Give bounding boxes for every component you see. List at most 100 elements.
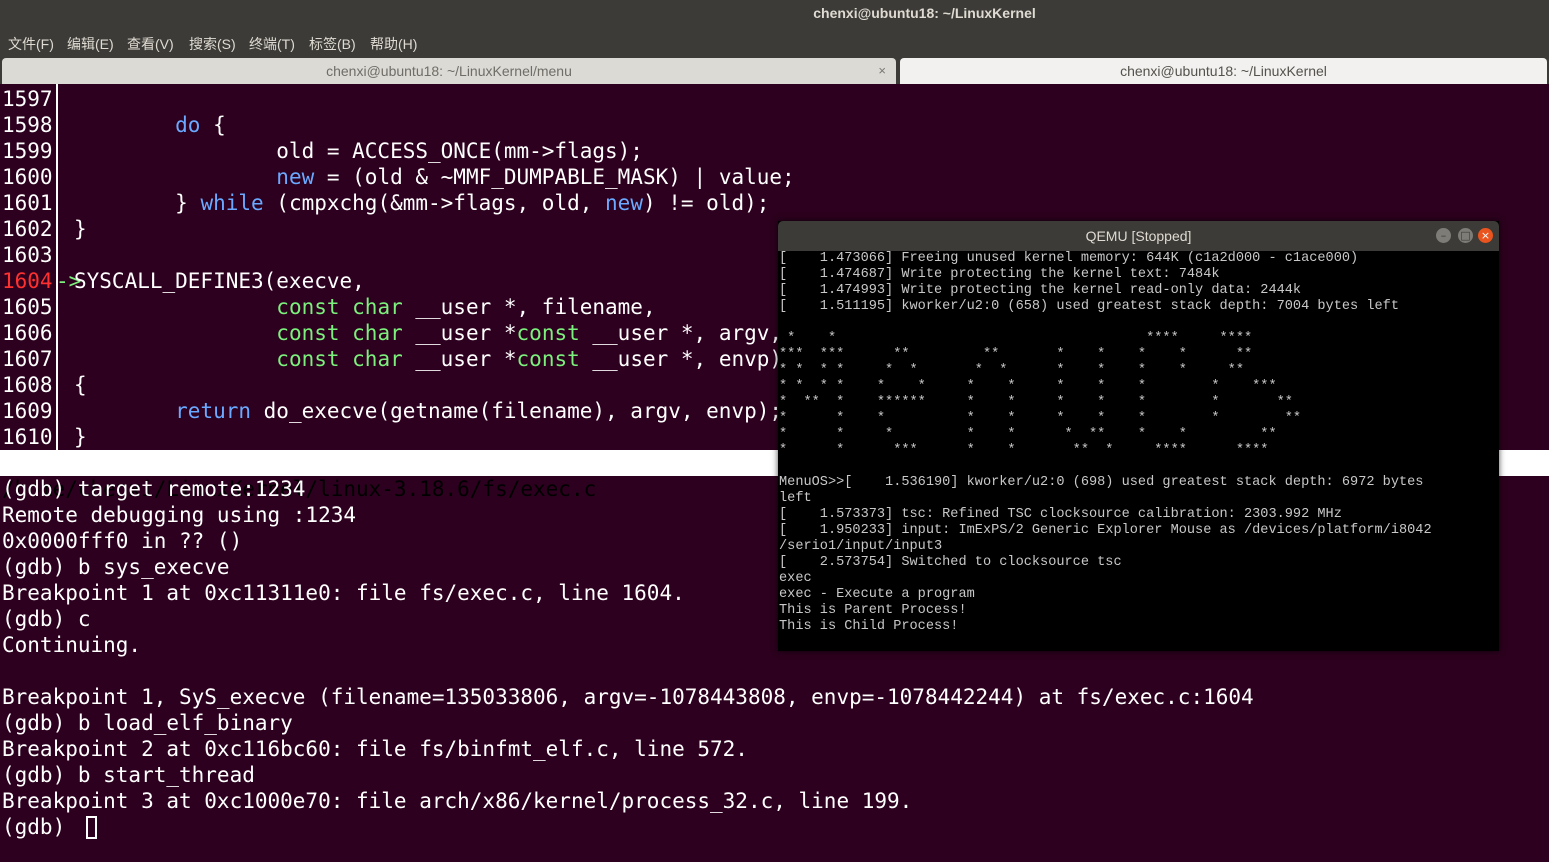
line-number: 1600: [2, 165, 53, 189]
qemu-console-line: [ 1.474687] Write protecting the kernel …: [779, 267, 1220, 282]
gdb-line: Breakpoint 2 at 0xc116bc60: file fs/binf…: [2, 737, 748, 761]
source-code: const char __user *const __user *, argv,: [74, 320, 782, 346]
maximize-icon[interactable]: □: [1458, 228, 1473, 243]
qemu-console-line: MenuOS>>[ 1.536190] kworker/u2:0 (698) u…: [779, 475, 1424, 490]
close-icon[interactable]: ×: [1478, 228, 1493, 243]
code-token: old = ACCESS_ONCE(mm->flags);: [74, 139, 643, 163]
code-token: __user *: [402, 347, 517, 371]
menu-terminal[interactable]: 终端(T): [249, 34, 295, 54]
window-title: chenxi@ubuntu18: ~/LinuxKernel: [813, 5, 1036, 21]
code-token: const: [516, 321, 580, 345]
menu-bar: 文件(F) 编辑(E) 查看(V) 搜索(S) 终端(T) 标签(B) 帮助(H…: [0, 28, 1549, 56]
source-line: 1601 } while (cmpxchg(&mm->flags, old, n…: [0, 190, 1549, 216]
qemu-console-line: [ 1.950233] input: ImExPS/2 Generic Expl…: [779, 523, 1432, 538]
code-token: {: [200, 113, 226, 137]
code-token: new: [276, 165, 315, 189]
source-line: 1598 do {: [0, 112, 1549, 138]
qemu-console-line: * * * * * * * * * * * * **: [779, 363, 1244, 378]
code-token: __user *: [402, 321, 517, 345]
line-number: 1608: [2, 373, 53, 397]
qemu-console-line: * * * * * * * * * **: [779, 411, 1302, 426]
qemu-console-line: * * *** * * ** * **** ****: [779, 443, 1269, 458]
qemu-title: QEMU [Stopped]: [1085, 228, 1192, 244]
code-token: __user *, envp): [579, 347, 783, 371]
qemu-console-line: * ** * ****** * * * * * * **: [779, 395, 1293, 410]
qemu-console-line: This is Child Process!: [779, 619, 959, 634]
source-code: {: [74, 372, 87, 398]
close-icon[interactable]: ×: [878, 58, 886, 84]
source-code: SYSCALL_DEFINE3(execve,: [74, 268, 365, 294]
tab-linuxkernel[interactable]: chenxi@ubuntu18: ~/LinuxKernel: [900, 58, 1547, 84]
code-token: }: [74, 191, 201, 215]
menu-search[interactable]: 搜索(S): [189, 34, 236, 54]
source-line: 1599 old = ACCESS_ONCE(mm->flags);: [0, 138, 1549, 164]
code-token: = (old & ~MMF_DUMPABLE_MASK) | value;: [314, 165, 795, 189]
tab-label: chenxi@ubuntu18: ~/LinuxKernel/menu: [326, 63, 572, 79]
line-number: 1605: [2, 295, 53, 319]
code-token: do_execve(getname(filename), argv, envp)…: [251, 399, 783, 423]
menu-view[interactable]: 查看(V): [127, 34, 174, 54]
code-token: __user *, filename,: [402, 295, 656, 319]
qemu-window[interactable]: QEMU [Stopped] – □ × [ 1.473066] Freeing…: [778, 221, 1499, 651]
code-token: (cmpxchg(&mm->flags, old,: [263, 191, 606, 215]
window-title-bar: chenxi@ubuntu18: ~/LinuxKernel: [0, 0, 1549, 28]
menu-tabs[interactable]: 标签(B): [309, 34, 356, 54]
code-token: }: [74, 217, 87, 241]
gdb-line: 0x0000fff0 in ?? (): [2, 529, 243, 553]
gdb-line: (gdb) b start_thread: [2, 763, 255, 787]
qemu-console-line: exec: [779, 571, 812, 586]
line-number: 1602: [2, 217, 53, 241]
menu-file[interactable]: 文件(F): [8, 34, 54, 54]
gdb-prompt[interactable]: (gdb): [2, 814, 97, 840]
source-code: old = ACCESS_ONCE(mm->flags);: [74, 138, 643, 164]
gdb-line: (gdb) b load_elf_binary: [2, 711, 293, 735]
qemu-console-line: [ 1.573373] tsc: Refined TSC clocksource…: [779, 507, 1342, 522]
gdb-line: Continuing.: [2, 633, 142, 657]
source-code: } while (cmpxchg(&mm->flags, old, new) !…: [74, 190, 769, 216]
code-token: SYSCALL_DEFINE3(execve,: [74, 269, 365, 293]
qemu-title-bar[interactable]: QEMU [Stopped] – □ ×: [778, 221, 1499, 251]
qemu-console[interactable]: [ 1.473066] Freeing unused kernel memory…: [778, 251, 1499, 651]
qemu-console-line: [ 1.511195] kworker/u2:0 (658) used grea…: [779, 299, 1399, 314]
gdb-line: Remote debugging using :1234: [2, 503, 357, 527]
tab-bar: chenxi@ubuntu18: ~/LinuxKernel/menu × ch…: [0, 56, 1549, 84]
line-number: 1603: [2, 243, 53, 267]
source-code: }: [74, 424, 87, 450]
qemu-console-line: [ 1.473066] Freeing unused kernel memory…: [779, 251, 1359, 266]
qemu-console-line: /serio1/input/input3: [779, 539, 943, 554]
code-token: }: [74, 425, 87, 449]
menu-edit[interactable]: 编辑(E): [67, 34, 114, 54]
source-code: new = (old & ~MMF_DUMPABLE_MASK) | value…: [74, 164, 795, 190]
qemu-console-line: * * * * * * * * * * * * ***: [779, 379, 1277, 394]
code-token: ) != old);: [642, 191, 770, 215]
minimize-icon[interactable]: –: [1436, 228, 1451, 243]
line-number: 1610: [2, 425, 53, 449]
line-number: 1606: [2, 321, 53, 345]
menu-help[interactable]: 帮助(H): [370, 34, 417, 54]
tab-menu-dir[interactable]: chenxi@ubuntu18: ~/LinuxKernel/menu ×: [2, 58, 896, 84]
line-number: 1598: [2, 113, 53, 137]
qemu-console-line: exec - Execute a program: [779, 587, 975, 602]
code-token: const: [516, 347, 580, 371]
code-token: {: [74, 373, 87, 397]
qemu-console-line: * * **** ****: [779, 331, 1253, 346]
code-token: while: [200, 191, 264, 215]
tab-label: chenxi@ubuntu18: ~/LinuxKernel: [1120, 63, 1327, 79]
source-line: 1597: [0, 86, 1549, 112]
qemu-console-line: *** *** ** ** * * * * **: [779, 347, 1253, 362]
gdb-line: Breakpoint 1 at 0xc11311e0: file fs/exec…: [2, 581, 685, 605]
line-number: 1599: [2, 139, 53, 163]
qemu-console-line: This is Parent Process!: [779, 603, 967, 618]
qemu-console-line: * * * * * * ** * * **: [779, 427, 1277, 442]
code-token: const char: [276, 347, 403, 371]
source-code: do {: [74, 112, 226, 138]
qemu-console-line: [ 1.474993] Write protecting the kernel …: [779, 283, 1302, 298]
source-code: }: [74, 216, 87, 242]
line-number: 1609: [2, 399, 53, 423]
source-code: return do_execve(getname(filename), argv…: [74, 398, 782, 424]
